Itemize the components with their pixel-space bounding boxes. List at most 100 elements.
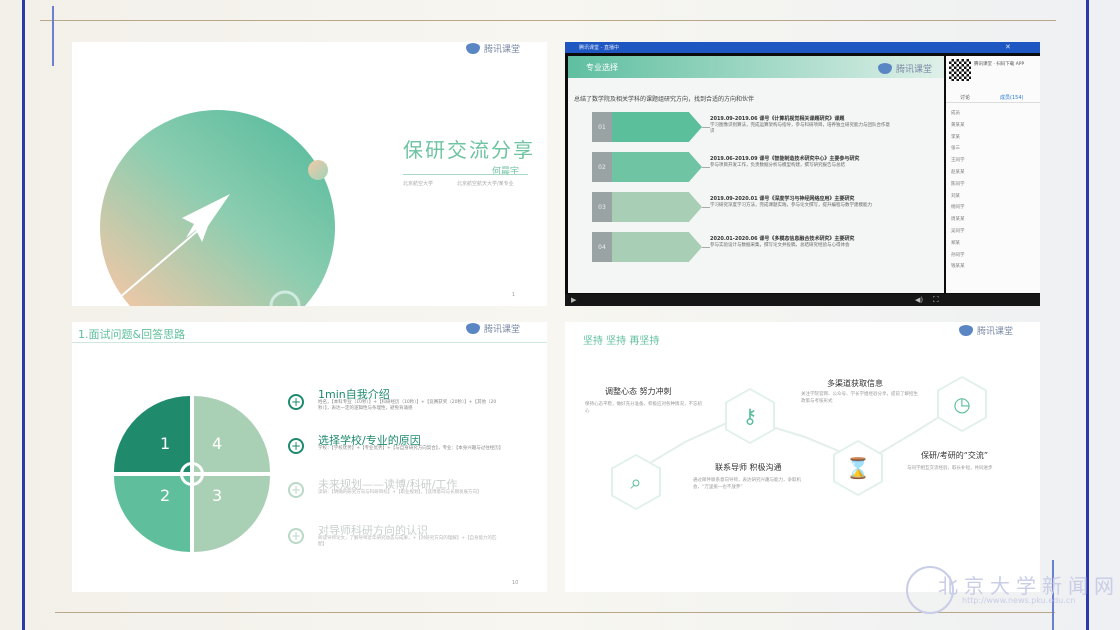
- plus-circle-icon: +: [288, 482, 304, 498]
- member-item[interactable]: 张三: [951, 143, 965, 155]
- step-arrow: 02: [592, 152, 702, 182]
- member-item[interactable]: 赵某某: [951, 167, 965, 179]
- step-number: 02: [592, 152, 612, 182]
- hourglass-icon: ⌛: [835, 442, 881, 494]
- left-frame-border: [22, 0, 25, 630]
- connector: [702, 167, 710, 168]
- quadrant-number: 3: [212, 486, 223, 505]
- play-icon[interactable]: ▶: [571, 296, 576, 304]
- title-underline: [403, 174, 528, 175]
- watermark-name: 北京大学新闻网: [938, 574, 1120, 598]
- item-text: 阅读导师论文，了解导师近年研究动态与成果，+【对研究方向的理解】+【自身能力的匹…: [318, 536, 497, 547]
- quadrant-number: 4: [212, 434, 223, 453]
- live-class-window: 腾讯课堂 - 直播中 ✕ 专业选择 腾讯课堂 总结了数学院及相关学科的课题组研究…: [565, 42, 1040, 306]
- step-number: 01: [592, 112, 612, 142]
- plus-circle-icon: +: [288, 394, 304, 410]
- logo-text: 腾讯课堂: [896, 65, 933, 75]
- block-text: 关注学院官网、公众号、学长学姐经验分享，提前了解招生政策与考核形式: [801, 392, 918, 404]
- member-item[interactable]: 成员: [951, 108, 965, 120]
- plus-circle-icon: +: [288, 438, 304, 454]
- key-icon: ⚷: [727, 390, 773, 442]
- clock-icon: ◷: [939, 378, 985, 430]
- member-item[interactable]: 周某某: [951, 214, 965, 226]
- quadrant-2: [114, 476, 190, 552]
- bottom-rule: [55, 612, 1055, 613]
- volume-icon[interactable]: ◀): [915, 296, 923, 304]
- member-list: 成员 黄某某 李某 张三 王同学 赵某某 陈同学 刘某 杨同学 周某某 吴同学 …: [951, 108, 965, 273]
- page-number: 10: [512, 580, 519, 586]
- connector: [702, 127, 710, 128]
- chat-sidebar: 腾讯课堂 · 扫码下载 APP 讨论 成员(154) 成员 黄某某 李某 张三 …: [946, 56, 1040, 293]
- item-title: 2019.06-2019.09 课号《智能制造技术研究中心》主要参与研究: [710, 156, 860, 162]
- item-text: 学校：【学校优势】+【专业优势】+【与自身研究方向契合】，专业：【本身兴趣与过往…: [318, 446, 504, 451]
- item-title: 2019.09-2019.06 课号《计算机视觉相关课题研究》课题: [710, 116, 845, 122]
- step-number: 03: [592, 192, 612, 222]
- member-item[interactable]: 陈同学: [951, 179, 965, 191]
- item-text: 参与项目开发工作，负责数据分析与模型构建，撰写研究报告与总结: [710, 163, 845, 168]
- block-title: 联系导师 积极沟通: [715, 463, 782, 472]
- step-number: 04: [592, 232, 612, 262]
- tab-members[interactable]: 成员(154): [1000, 94, 1023, 101]
- fullscreen-icon[interactable]: ⛶: [933, 295, 939, 305]
- list-item: 2019.09-2019.06 课号《计算机视觉相关课题研究》课题 学习图像识别算…: [710, 116, 890, 135]
- member-item[interactable]: 钱某某: [951, 261, 965, 273]
- window-titlebar: 腾讯课堂 - 直播中 ✕: [565, 42, 1040, 53]
- header-rule: [72, 342, 547, 343]
- quadrant-3: [194, 476, 270, 552]
- player-controls: ▶ ◀) ⛶: [565, 294, 1040, 306]
- qr-code-icon: [949, 59, 971, 81]
- brand-logo: 腾讯课堂: [878, 62, 932, 75]
- ring-decor: [269, 290, 301, 306]
- penguin-logo-icon: [466, 323, 480, 334]
- quadrant-4: [194, 396, 270, 472]
- center-ring: [180, 462, 204, 486]
- block-text: 保持心态平稳，做好充分准备，积极应对各种情况，不忘初心: [585, 402, 702, 414]
- quadrant-1: [114, 396, 190, 472]
- block-title: 调整心态 努力冲刺: [605, 387, 672, 396]
- block-text: 通过邮件联系意向导师，表达研究兴趣与能力，争取机会，“万里挑一也不放弃”: [693, 478, 801, 490]
- member-item[interactable]: 郑某: [951, 238, 965, 250]
- block-title: 保研/考研的“交流”: [921, 451, 988, 460]
- rocket-trail: [111, 226, 203, 305]
- sidebar-tabs: 讨论 成员(154): [946, 92, 1040, 103]
- slide-header: 1.面试问题&回答思路: [78, 328, 186, 341]
- slide-header: 专业选择: [586, 63, 618, 72]
- search-chart-icon: ⌕: [613, 456, 659, 508]
- member-item[interactable]: 李某: [951, 132, 965, 144]
- right-frame-border: [1086, 0, 1089, 630]
- sub-left: 北京航空大学: [403, 181, 434, 187]
- side-caption: 腾讯课堂 · 扫码下载 APP: [974, 62, 1025, 67]
- logo-text: 腾讯课堂: [484, 325, 521, 335]
- slide-title-panel: 腾讯课堂 保研交流分享 何晨宇 北京航空大学 北京航空航天大学/某专业 1: [72, 42, 547, 306]
- member-item[interactable]: 孙同学: [951, 250, 965, 262]
- tab-discussion[interactable]: 讨论: [960, 94, 970, 101]
- member-item[interactable]: 杨同学: [951, 202, 965, 214]
- top-rule: [40, 20, 1056, 21]
- penguin-logo-icon: [878, 63, 892, 74]
- item-text: 学习研究深度学习方法，完成课题实践，参与论文撰写，提升编程与数学建模能力: [710, 203, 872, 208]
- block-text: 与同学相互交流经验，取长补短，共同进步: [907, 466, 993, 471]
- quadrant-number: 1: [160, 434, 171, 453]
- item-text: 学习图像识别算法，完成运算架构与指导，参与科研项目，培养独立研究能力与团队合作意…: [710, 123, 890, 134]
- member-item[interactable]: 吴同学: [951, 226, 965, 238]
- list-item: 2020.01-2020.06 课号《多模态信息融合技术研究》主要研究 参与实验设…: [710, 236, 890, 249]
- item-text: 参与实验设计与数据采集，撰写论文并投稿，总结研究经验与心得体会: [710, 243, 850, 248]
- rocket-icon: [182, 194, 230, 242]
- window-title: 腾讯课堂 - 直播中: [579, 45, 619, 51]
- slide-question: 总结了数学院及相关学科的课题组研究方向，找到合适的方向和伙伴: [574, 96, 755, 103]
- connector: [702, 247, 710, 248]
- sub-right: 北京航空航天大学/某专业: [457, 181, 514, 187]
- item-title: 2019.09-2020.01 课号《深度学习与神经网络应用》主要研究: [710, 196, 855, 202]
- connector: [702, 207, 710, 208]
- member-item[interactable]: 王同学: [951, 155, 965, 167]
- quadrant-number: 2: [160, 486, 171, 505]
- member-item[interactable]: 黄某某: [951, 120, 965, 132]
- member-item[interactable]: 刘某: [951, 191, 965, 203]
- watermark-url: http://www.news.pku.edu.cn: [962, 596, 1076, 605]
- list-item: 2019.06-2019.09 课号《智能制造技术研究中心》主要参与研究 参与项目…: [710, 156, 890, 169]
- brand-logo: 腾讯课堂: [466, 322, 520, 335]
- item-text: 读研：【明确的研究方向与科研目标】+【职业规划】，【读博意向与长期发展方向】: [318, 490, 482, 495]
- page-number: 1: [512, 292, 516, 298]
- item-text: 姓名，【本科专业（10秒）】+【科研经历（10秒）】+【竞赛获奖（20秒）】+【…: [318, 400, 497, 411]
- close-icon[interactable]: ✕: [1005, 43, 1011, 51]
